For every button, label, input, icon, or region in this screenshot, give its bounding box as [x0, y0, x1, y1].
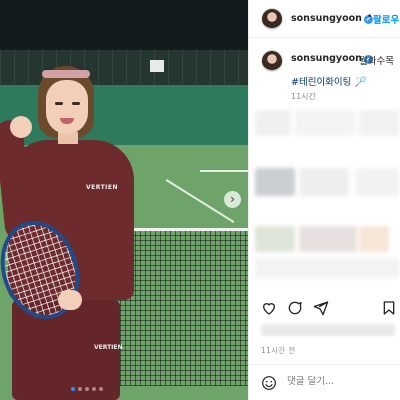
caption-time: 11시간 [291, 92, 316, 101]
comment-input[interactable] [287, 376, 387, 387]
blurred-block [255, 258, 399, 278]
caption-text: 월화수목 [359, 56, 394, 67]
blurred-block [299, 168, 349, 196]
badminton-emoji-icon: 🏸 [354, 77, 367, 88]
hand [58, 290, 82, 310]
avatar[interactable] [261, 50, 283, 72]
fence-sign [150, 60, 164, 72]
bookmark-icon[interactable] [381, 300, 397, 316]
carousel-dot [78, 387, 82, 391]
header-username[interactable]: sonsungyoon ✔ [291, 13, 373, 24]
hashtag-text[interactable]: #테린이화이팅 [291, 77, 351, 88]
username-text[interactable]: sonsungyoon [291, 13, 362, 24]
send-icon[interactable] [313, 300, 329, 316]
likes-count-blurred [261, 324, 395, 336]
emoji-icon[interactable] [261, 375, 277, 391]
comment-bar [249, 364, 400, 400]
carousel-dot [85, 387, 89, 391]
username-text[interactable]: sonsungyoon [291, 53, 362, 64]
blurred-block [299, 226, 357, 252]
post-header: sonsungyoon ✔ • 팔로우 [249, 0, 400, 38]
court-line [200, 170, 248, 172]
action-bar [249, 294, 400, 322]
eye [72, 102, 80, 105]
hashtag-link[interactable]: #테린이화이팅 🏸 [291, 74, 366, 88]
post-timestamp: 11시간 전 [261, 346, 296, 355]
sweatshirt-logo: VERTIEN [86, 184, 119, 191]
face [46, 80, 88, 134]
chevron-right-icon[interactable]: › [224, 191, 241, 208]
hand [10, 116, 32, 138]
headband [42, 70, 90, 78]
blurred-block [255, 168, 295, 196]
carousel-dot [92, 387, 96, 391]
post-info-panel: sonsungyoon ✔ • 팔로우 sonsungyoon ✔ 월화수목 #테린… [248, 0, 400, 400]
post-image[interactable]: VERTIEN VERTIEN › [0, 0, 248, 400]
follow-button[interactable]: 팔로우 [373, 12, 399, 26]
carousel-indicator [71, 387, 103, 391]
blurred-block [255, 110, 291, 136]
separator: • [367, 12, 373, 22]
person-figure: VERTIEN VERTIEN [0, 60, 140, 400]
carousel-dot [99, 387, 103, 391]
heart-icon[interactable] [261, 300, 277, 316]
night-sky [0, 0, 248, 50]
blurred-block [295, 110, 355, 136]
eye [55, 102, 63, 105]
blurred-block [255, 226, 295, 252]
pants-logo: VERTIEN [94, 344, 123, 351]
blurred-block [359, 110, 399, 136]
blurred-block [359, 226, 389, 252]
blurred-block [355, 168, 399, 196]
avatar[interactable] [261, 8, 283, 30]
carousel-dot [71, 387, 75, 391]
comment-icon[interactable] [287, 300, 303, 316]
blurred-comments [255, 110, 400, 290]
